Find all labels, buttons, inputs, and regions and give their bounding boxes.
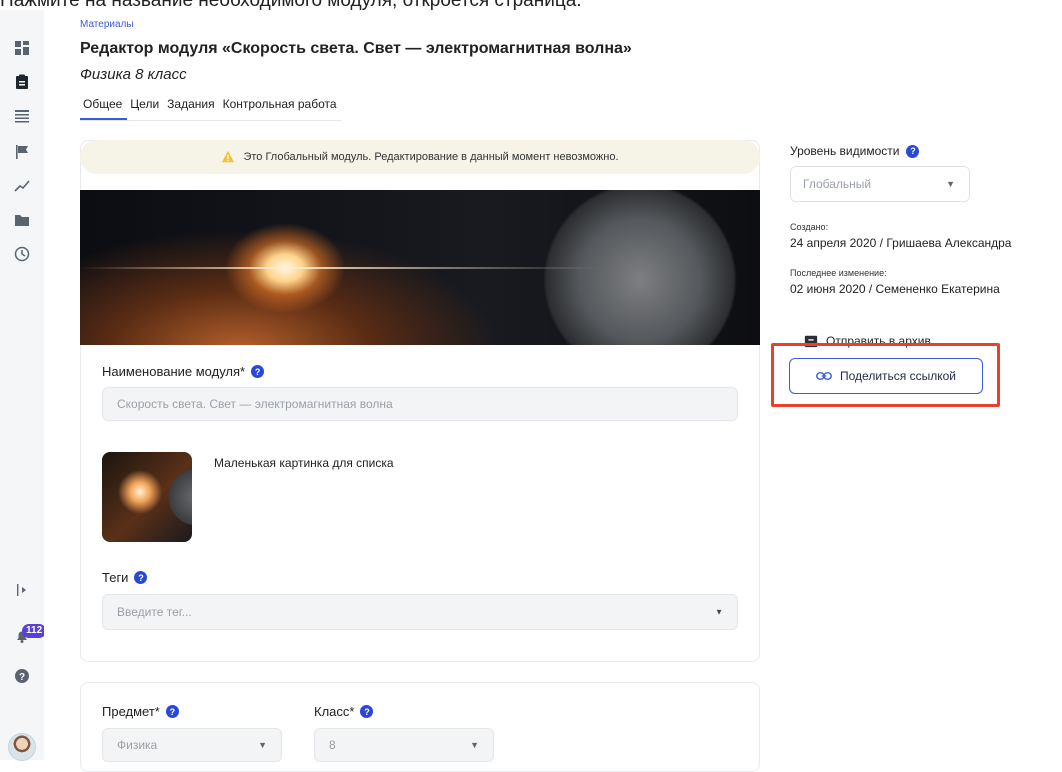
user-avatar[interactable]	[8, 733, 36, 761]
created-label: Создано:	[790, 222, 829, 232]
light-flare	[80, 267, 600, 269]
visibility-select[interactable]: Глобальный ▼	[790, 166, 970, 202]
grade-value: 8	[329, 738, 336, 752]
tab-test[interactable]: Контрольная работа	[220, 97, 342, 120]
help-icon[interactable]: ?	[251, 365, 265, 378]
help-icon[interactable]: ?	[134, 571, 148, 584]
chevron-down-icon: ▼	[470, 740, 479, 750]
visibility-label: Уровень видимости ?	[790, 144, 920, 158]
module-cover-image[interactable]	[80, 190, 760, 345]
table-icon[interactable]	[11, 106, 33, 126]
notification-badge: 112	[22, 624, 47, 638]
grade-select[interactable]: 8 ▼	[314, 728, 494, 762]
grade-label-text: Класс*	[314, 704, 355, 719]
tab-bar: Общее Цели Задания Контрольная работа	[80, 97, 342, 121]
archive-icon	[804, 335, 818, 348]
main-content: Материалы Редактор модуля «Скорость свет…	[44, 10, 1062, 772]
expand-sidebar-icon[interactable]	[11, 580, 33, 600]
module-name-label: Наименование модуля* ?	[102, 364, 265, 379]
flag-icon[interactable]	[11, 142, 33, 162]
tags-label-text: Теги	[102, 570, 129, 585]
visibility-value: Глобальный	[803, 177, 872, 191]
subject-label-text: Предмет*	[102, 704, 160, 719]
share-link-button[interactable]: Поделиться ссылкой	[789, 358, 983, 394]
clipboard-icon[interactable]	[11, 72, 33, 92]
tab-general[interactable]: Общее	[80, 97, 128, 120]
list-thumbnail-image[interactable]	[102, 452, 192, 542]
subject-value: Физика	[117, 738, 158, 752]
archive-button[interactable]: Отправить в архив	[804, 332, 931, 350]
dashboard-icon[interactable]	[11, 38, 33, 58]
breadcrumb[interactable]: Материалы	[80, 19, 134, 30]
sidebar: 112 ?	[0, 10, 47, 761]
svg-text:?: ?	[19, 672, 25, 683]
warning-text: Это Глобальный модуль. Редактирование в …	[243, 151, 619, 163]
thumbnail-label: Маленькая картинка для списка	[214, 456, 394, 470]
module-name-input[interactable]: Скорость света. Свет — электромагнитная …	[102, 387, 738, 421]
chevron-down-icon: ▼	[715, 607, 723, 617]
link-icon	[816, 372, 832, 380]
modified-value: 02 июня 2020 / Семененко Екатерина	[790, 282, 1000, 296]
chevron-down-icon: ▼	[258, 740, 267, 750]
help-icon[interactable]: ?	[11, 666, 33, 686]
module-name-label-text: Наименование модуля*	[102, 364, 246, 379]
share-link-label: Поделиться ссылкой	[840, 369, 956, 383]
tab-goals[interactable]: Цели	[127, 97, 164, 120]
tags-label: Теги ?	[102, 570, 148, 585]
subject-label: Предмет* ?	[102, 704, 179, 719]
modified-label: Последнее изменение:	[790, 268, 887, 278]
chevron-down-icon: ▼	[946, 179, 955, 189]
archive-label: Отправить в архив	[826, 334, 931, 348]
warning-icon	[222, 150, 235, 163]
clock-icon[interactable]	[11, 244, 33, 264]
grade-label: Класс* ?	[314, 704, 374, 719]
help-icon[interactable]: ?	[360, 705, 374, 718]
folder-icon[interactable]	[11, 210, 33, 230]
trend-icon[interactable]	[11, 176, 33, 196]
tab-tasks[interactable]: Задания	[164, 97, 219, 120]
created-value: 24 апреля 2020 / Гришаева Александра	[790, 236, 1012, 250]
subject-select[interactable]: Физика ▼	[102, 728, 282, 762]
tags-placeholder: Введите тег...	[117, 605, 192, 619]
global-module-warning: Это Глобальный модуль. Редактирование в …	[80, 140, 760, 174]
page-title: Редактор модуля «Скорость света. Свет — …	[80, 40, 632, 57]
help-icon[interactable]: ?	[906, 144, 920, 158]
tags-select[interactable]: Введите тег... ▼	[102, 594, 738, 630]
help-icon[interactable]: ?	[165, 705, 179, 718]
visibility-label-text: Уровень видимости	[790, 144, 900, 158]
page-subtitle: Физика 8 класс	[80, 66, 187, 83]
